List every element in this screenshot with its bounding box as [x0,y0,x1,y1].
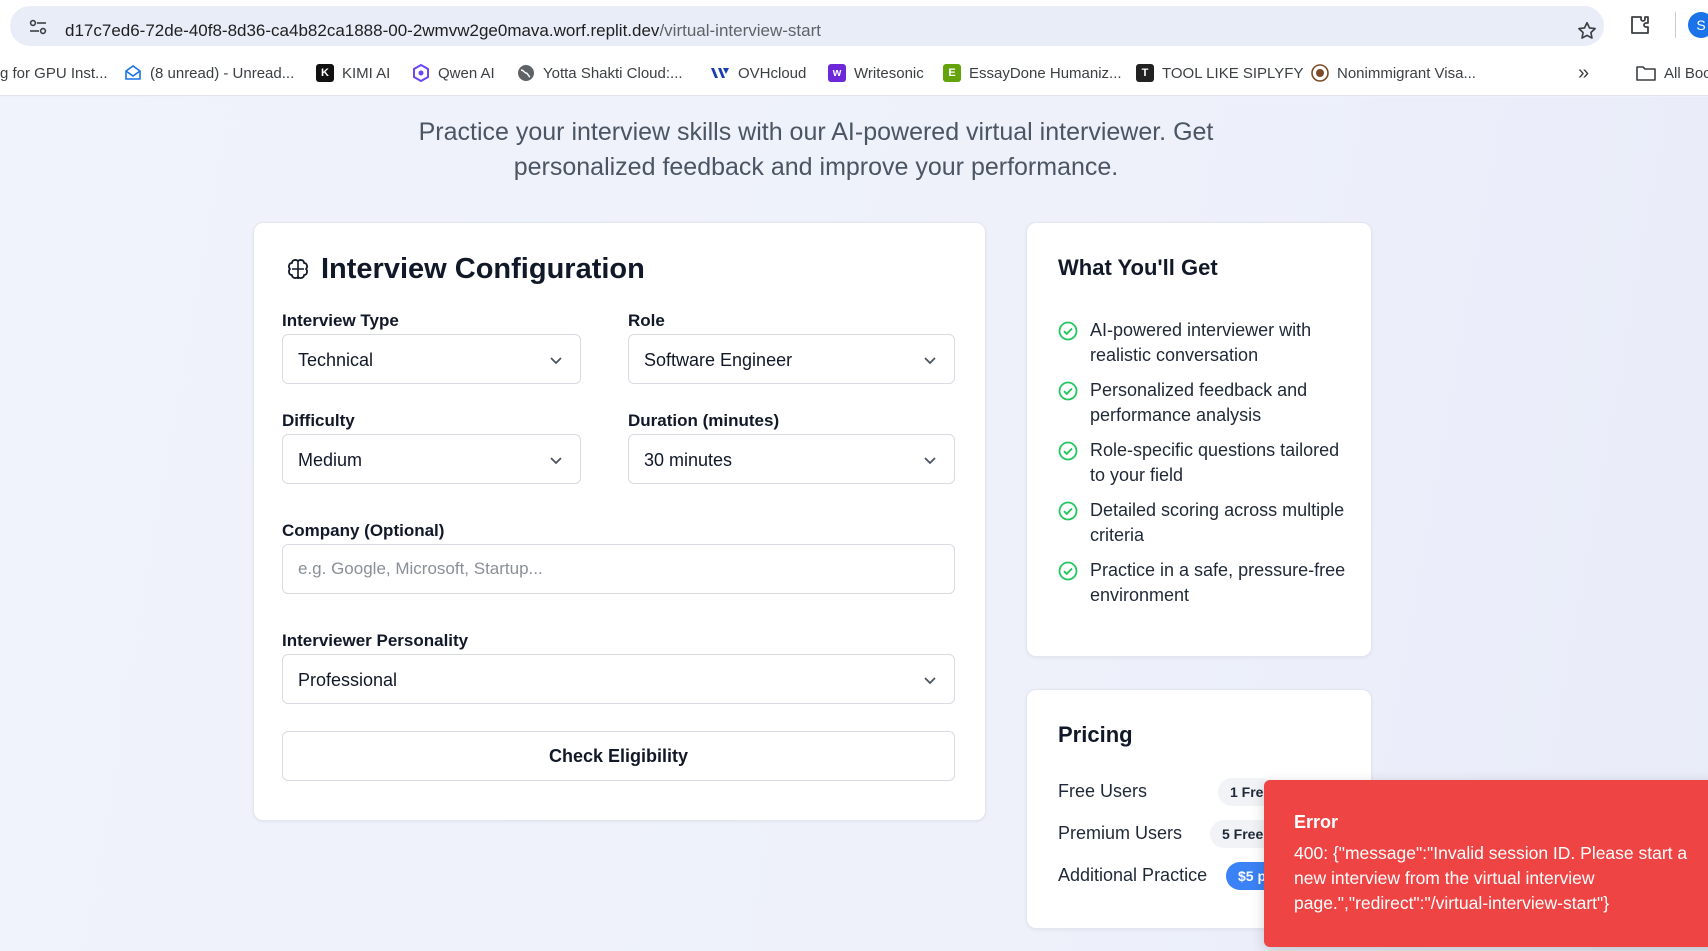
url-path: /virtual-interview-start [659,21,821,40]
interview-type-select[interactable]: Technical [282,334,581,384]
difficulty-label: Difficulty [282,411,355,430]
kimi-icon: K [316,64,334,82]
interview-config-card: Interview Configuration Interview Type T… [253,222,986,821]
benefit-item: Practice in a safe, pressure-free enviro… [1058,558,1348,608]
bookmark-item[interactable]: T TOOL LIKE SIPLYFY [1136,62,1303,84]
benefit-item: Role-specific questions tailored to your… [1058,438,1348,488]
page-subtitle: Practice your interview skills with our … [418,118,1214,181]
pricing-title: Pricing [1058,722,1133,747]
bookmark-label: TOOL LIKE SIPLYFY [1162,64,1304,82]
seal-icon [1311,64,1329,82]
brain-icon [288,258,308,279]
toolbar-separator [1675,12,1676,38]
profile-avatar[interactable]: S [1688,12,1708,38]
company-label: Company (Optional) [282,521,445,540]
check-circle-icon [1058,561,1078,581]
bookmark-item[interactable]: w Writesonic [828,62,924,84]
config-title-text: Interview Configuration [321,253,645,285]
duration-label: Duration (minutes) [628,411,780,430]
benefit-item: Detailed scoring across multiple criteri… [1058,498,1348,548]
duration-value: 30 minutes [644,450,733,470]
bookmark-item[interactable]: Nonimmigrant Visa... [1311,62,1476,84]
chevron-down-icon [924,457,936,465]
chevron-down-icon [550,357,562,365]
role-select[interactable]: Software Engineer [628,334,955,384]
benefit-item: AI-powered interviewer with realistic co… [1058,318,1348,368]
bookmark-item[interactable]: Qwen AI [412,62,495,84]
mail-icon [125,65,141,80]
address-bar[interactable]: d17c7ed6-72de-40f8-8d36-ca4b82ca1888-00-… [10,6,1604,46]
personality-select[interactable]: Professional [282,654,955,704]
tool-icon: T [1136,64,1154,82]
essaydone-icon: E [943,64,961,82]
role-label: Role [628,311,665,330]
duration-select[interactable]: 30 minutes [628,434,955,484]
bookmarks-overflow-button[interactable]: » [1578,62,1589,84]
difficulty-value: Medium [298,450,363,470]
bookmarks-bar: g for GPU Inst... (8 unread) - Unread...… [0,48,1708,96]
check-circle-icon [1058,381,1078,401]
browser-toolbar: d17c7ed6-72de-40f8-8d36-ca4b82ca1888-00-… [0,0,1708,48]
check-eligibility-button[interactable]: Check Eligibility [282,731,955,781]
difficulty-select[interactable]: Medium [282,434,581,484]
all-bookmarks-label: All Boo [1664,64,1708,82]
personality-label: Interviewer Personality [282,631,469,650]
check-circle-icon [1058,321,1078,341]
interview-type-value: Technical [298,350,374,370]
bookmark-label: KIMI AI [342,64,391,82]
pricing-row-label: Free Users [1058,781,1148,801]
personality-value: Professional [298,670,398,690]
benefit-text: Personalized feedback and performance an… [1090,380,1308,425]
benefits-card: What You'll Get AI-powered interviewer w… [1026,222,1372,657]
benefit-item: Personalized feedback and performance an… [1058,378,1348,428]
check-circle-icon [1058,441,1078,461]
bookmark-item[interactable]: g for GPU Inst... [0,62,108,84]
bookmark-label: OVHcloud [738,64,807,82]
url-host: d17c7ed6-72de-40f8-8d36-ca4b82ca1888-00-… [65,21,660,40]
chevron-down-icon [550,457,562,465]
qwen-icon [413,64,429,82]
pricing-row-label: Additional Practice [1058,865,1208,885]
extensions-icon[interactable] [1628,13,1652,37]
site-info-icon[interactable] [28,19,48,35]
pricing-row-label: Premium Users [1058,823,1183,843]
chevron-down-icon [924,677,936,685]
interview-type-label: Interview Type [282,311,399,330]
bookmark-label: Yotta Shakti Cloud:... [543,64,683,82]
bookmark-label: EssayDone Humaniz... [969,64,1122,82]
globe-icon [518,65,534,81]
check-circle-icon [1058,501,1078,521]
error-toast-title: Error [1294,812,1339,832]
bookmark-label: (8 unread) - Unread... [150,64,295,82]
bookmark-label: Writesonic [854,64,924,82]
role-value: Software Engineer [644,350,793,370]
bookmark-item[interactable]: OVHcloud [710,62,806,84]
error-toast-message: 400: {"message":"Invalid session ID. Ple… [1294,843,1688,913]
bookmark-star-icon[interactable] [1576,20,1598,42]
bookmark-item[interactable]: E EssayDone Humaniz... [943,62,1122,84]
company-input[interactable] [282,544,955,594]
benefit-text: AI-powered interviewer with realistic co… [1090,320,1312,365]
bookmark-label: Qwen AI [438,64,495,82]
benefit-text: Role-specific questions tailored to your… [1090,440,1340,485]
bookmark-item[interactable]: Yotta Shakti Cloud:... [517,62,683,84]
config-card-title: Interview Configuration [285,253,645,286]
bookmark-item[interactable]: K KIMI AI [316,62,390,84]
bookmark-item[interactable]: (8 unread) - Unread... [124,62,294,84]
url-text[interactable]: d17c7ed6-72de-40f8-8d36-ca4b82ca1888-00-… [65,21,821,41]
writesonic-icon: w [828,64,846,82]
benefit-text: Practice in a safe, pressure-free enviro… [1090,560,1346,605]
bookmark-label: g for GPU Inst... [0,64,108,82]
error-toast[interactable]: Error 400: {"message":"Invalid session I… [1264,780,1708,947]
benefit-text: Detailed scoring across multiple criteri… [1090,500,1345,545]
folder-icon [1636,66,1656,81]
all-bookmarks-button[interactable]: All Boo [1636,62,1708,84]
chevron-down-icon [924,357,936,365]
benefits-title: What You'll Get [1058,255,1218,280]
bookmark-label: Nonimmigrant Visa... [1337,64,1476,82]
ovh-icon [711,68,729,78]
